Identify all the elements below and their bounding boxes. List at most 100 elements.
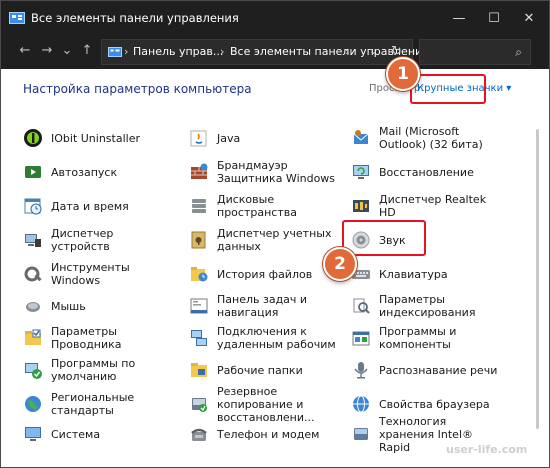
- autoplay-icon: [23, 162, 43, 182]
- item-indexing[interactable]: Параметры индексирования: [351, 290, 501, 322]
- item-label: Диспетчер учетных данных: [217, 227, 332, 253]
- sound-item-highlight: [342, 220, 426, 256]
- item-remote-connections[interactable]: Подключения к удаленным рабочим: [189, 322, 339, 354]
- search-input[interactable]: ⌕: [419, 39, 531, 65]
- remote-connections-icon: [189, 328, 209, 348]
- device-manager-icon: [23, 230, 43, 250]
- item-label: Параметры Проводника: [51, 325, 122, 351]
- file-history-icon: [189, 264, 209, 284]
- item-label: Диспетчер устройств: [51, 227, 114, 253]
- item-taskbar[interactable]: Панель задач и навигация: [189, 290, 339, 322]
- item-system[interactable]: Система: [23, 418, 173, 450]
- control-panel-app-icon: [9, 12, 25, 24]
- item-device-manager[interactable]: Диспетчер устройств: [23, 224, 173, 256]
- item-mouse[interactable]: Мышь: [23, 290, 173, 322]
- taskbar-icon: [189, 296, 209, 316]
- item-date-time[interactable]: Дата и время: [23, 190, 173, 222]
- item-mail[interactable]: Mail (Microsoft Outlook) (32 бита): [351, 122, 501, 154]
- browser-properties-icon: [351, 394, 371, 414]
- backup-icon: [189, 394, 209, 414]
- item-file-history[interactable]: История файлов: [189, 258, 339, 290]
- item-backup[interactable]: Резервное копирование и восстановлени...: [189, 385, 339, 424]
- item-label: Региональные стандарты: [51, 391, 135, 417]
- control-panel-content: Настройка параметров компьютера Просмотр…: [1, 69, 549, 467]
- item-windows-tools[interactable]: Инструменты Windows: [23, 258, 173, 290]
- item-label: История файлов: [217, 267, 313, 281]
- item-default-programs[interactable]: Программы по умолчанию: [23, 354, 173, 386]
- region-icon: [23, 394, 43, 414]
- item-storage-spaces[interactable]: Дисковые пространства: [189, 190, 339, 222]
- mail-icon: [351, 128, 371, 148]
- item-autoplay[interactable]: Автозапуск: [23, 156, 173, 188]
- item-region[interactable]: Региональные стандарты: [23, 388, 173, 420]
- mouse-icon: [23, 296, 43, 316]
- address-bar[interactable]: › Панель управ... › Все элементы панели …: [101, 39, 429, 65]
- forward-arrow-icon[interactable]: →: [39, 43, 55, 59]
- item-label: Автозапуск: [51, 165, 118, 179]
- item-phone-modem[interactable]: Телефон и модем: [189, 418, 339, 450]
- up-arrow-icon[interactable]: ↑: [79, 43, 95, 59]
- item-label: Брандмауэр Защитника Windows: [217, 159, 336, 185]
- item-work-folders[interactable]: Рабочие папки: [189, 354, 339, 386]
- item-recovery[interactable]: Восстановление: [351, 156, 501, 188]
- item-label: Диспетчер Realtek HD: [379, 193, 487, 219]
- item-label: IObit Uninstaller: [51, 131, 140, 145]
- back-arrow-icon[interactable]: ←: [17, 43, 33, 59]
- item-label: Система: [51, 427, 101, 441]
- work-folders-icon: [189, 360, 209, 380]
- breadcrumb-control-panel[interactable]: Панель управ...: [133, 44, 223, 60]
- item-label: Телефон и модем: [217, 427, 320, 441]
- storage-spaces-icon: [189, 196, 209, 216]
- breadcrumb-separator-icon: ›: [345, 45, 350, 58]
- system-icon: [23, 424, 43, 444]
- intel-rst-icon: [351, 424, 371, 444]
- item-label: Клавиатура: [379, 267, 448, 281]
- windows-tools-icon: [23, 264, 43, 284]
- minimize-button[interactable]: —: [442, 1, 476, 35]
- address-history-chevron-icon[interactable]: ⌄: [369, 44, 377, 60]
- callout-badge-1: 1: [386, 57, 420, 91]
- item-firewall[interactable]: Брандмауэр Защитника Windows: [189, 156, 339, 188]
- date-time-icon: [23, 196, 43, 216]
- item-realtek-hd[interactable]: Диспетчер Realtek HD: [351, 190, 501, 222]
- item-label: Программы по умолчанию: [51, 357, 136, 383]
- item-label: Параметры индексирования: [379, 293, 476, 319]
- item-label: Подключения к удаленным рабочим: [217, 325, 336, 351]
- watermark: user-life.com: [446, 443, 528, 456]
- maximize-button[interactable]: ☐: [477, 1, 511, 35]
- item-label: Рабочие папки: [217, 363, 303, 377]
- item-label: Дата и время: [51, 199, 129, 213]
- indexing-icon: [351, 296, 371, 316]
- item-label: Свойства браузера: [379, 397, 490, 411]
- vertical-scrollbar[interactable]: [536, 129, 539, 429]
- item-label: Java: [217, 131, 241, 145]
- firewall-icon: [189, 162, 209, 182]
- recent-locations-chevron-icon[interactable]: ⌄: [59, 43, 75, 59]
- item-label: Дисковые пространства: [217, 193, 297, 219]
- search-icon[interactable]: ⌕: [515, 45, 522, 59]
- close-button[interactable]: ✕: [512, 1, 546, 35]
- item-explorer-options[interactable]: Параметры Проводника: [23, 322, 173, 354]
- title-bar: Все элементы панели управления — ☐ ✕: [1, 1, 549, 35]
- programs-features-icon: [351, 328, 371, 348]
- explorer-options-icon: [23, 328, 43, 348]
- item-java[interactable]: Java: [189, 122, 339, 154]
- minimize-icon: —: [452, 10, 466, 26]
- item-keyboard[interactable]: Клавиатура: [351, 258, 501, 290]
- iobit-uninstaller-icon: [23, 128, 43, 148]
- default-programs-icon: [23, 360, 43, 380]
- item-programs-features[interactable]: Программы и компоненты: [351, 322, 501, 354]
- item-credential-manager[interactable]: Диспетчер учетных данных: [189, 224, 339, 256]
- phone-modem-icon: [189, 424, 209, 444]
- item-label: Распознавание речи: [379, 363, 498, 377]
- control-panel-location-icon: [108, 47, 122, 57]
- control-panel-window: Все элементы панели управления — ☐ ✕ ← →…: [0, 0, 550, 468]
- breadcrumb-separator-icon: ›: [220, 45, 225, 58]
- item-label: Программы и компоненты: [379, 325, 457, 351]
- item-speech-recognition[interactable]: Распознавание речи: [351, 354, 501, 386]
- breadcrumb-separator-icon: ›: [124, 45, 129, 58]
- callout-badge-2: 2: [323, 247, 357, 281]
- credential-manager-icon: [189, 230, 209, 250]
- java-icon: [189, 128, 209, 148]
- item-iobit-uninstaller[interactable]: IObit Uninstaller: [23, 122, 173, 154]
